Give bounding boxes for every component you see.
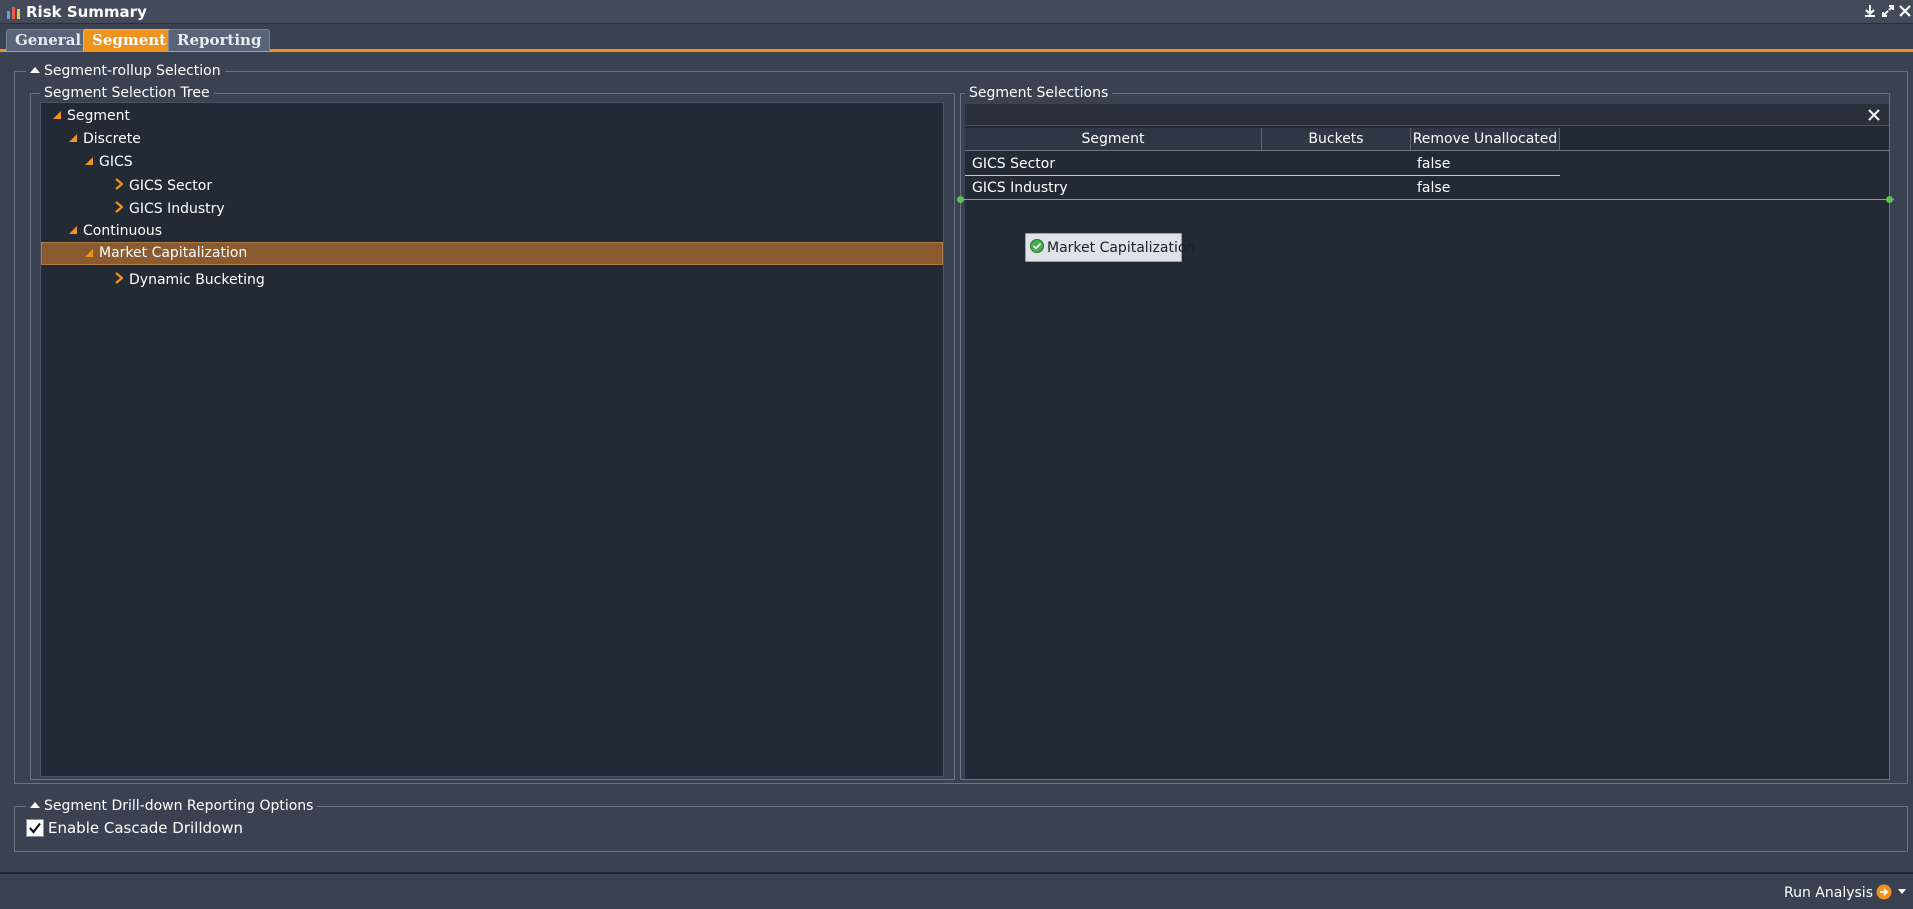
cascade-checkbox[interactable] bbox=[26, 819, 44, 837]
expanded-arrow-icon[interactable] bbox=[69, 134, 77, 142]
title-bar: Risk Summary bbox=[0, 0, 1913, 24]
tree-node-label: Continuous bbox=[83, 223, 163, 239]
segment-selections-legend: Segment Selections bbox=[965, 85, 1113, 101]
tree-node-dynamic-bucketing[interactable]: Dynamic Bucketing bbox=[41, 269, 943, 291]
tree-node-label: Dynamic Bucketing bbox=[129, 272, 265, 288]
table-header: Segment Buckets Remove Unallocated bbox=[965, 128, 1889, 151]
cell-remove-unallocated: false bbox=[1417, 156, 1451, 172]
tree-node-label: GICS Sector bbox=[129, 178, 213, 194]
run-analysis-button[interactable]: Run Analysis bbox=[1784, 884, 1873, 902]
tab-bar: General Segment Reporting bbox=[0, 25, 1913, 52]
bottom-bar: Run Analysis bbox=[0, 872, 1913, 909]
collapsed-arrow-icon[interactable] bbox=[115, 178, 123, 190]
drop-indicator-start bbox=[957, 196, 964, 203]
restore-icon[interactable] bbox=[1880, 3, 1896, 19]
tree-node-gics-industry[interactable]: GICS Industry bbox=[41, 198, 943, 220]
table-row[interactable]: GICS Industry false bbox=[965, 177, 1560, 200]
download-icon[interactable] bbox=[1862, 3, 1878, 19]
arrow-right-circle-icon[interactable] bbox=[1876, 884, 1892, 900]
table-row[interactable]: GICS Sector false bbox=[965, 152, 1560, 176]
expanded-arrow-icon[interactable] bbox=[53, 111, 61, 119]
collapse-icon bbox=[30, 802, 40, 808]
expanded-arrow-icon[interactable] bbox=[69, 226, 77, 234]
expanded-arrow-icon[interactable] bbox=[85, 249, 93, 257]
tab-segment[interactable]: Segment bbox=[83, 29, 176, 51]
segment-rollup-legend[interactable]: Segment-rollup Selection bbox=[26, 63, 225, 79]
drag-item-label: Market Capitalization bbox=[1047, 240, 1196, 256]
tree-node-discrete[interactable]: Discrete bbox=[41, 128, 943, 150]
chevron-down-icon[interactable] bbox=[1897, 888, 1907, 896]
column-header-segment[interactable]: Segment bbox=[965, 128, 1262, 150]
segment-rollup-label: Segment-rollup Selection bbox=[44, 63, 221, 79]
collapsed-arrow-icon[interactable] bbox=[115, 201, 123, 213]
cell-segment: GICS Industry bbox=[972, 180, 1068, 196]
tab-general[interactable]: General bbox=[6, 29, 91, 51]
tree-node-continuous[interactable]: Continuous bbox=[41, 220, 943, 242]
column-header-buckets[interactable]: Buckets bbox=[1262, 128, 1411, 150]
collapsed-arrow-icon[interactable] bbox=[115, 272, 123, 284]
tree-node-label: Discrete bbox=[83, 131, 141, 147]
tab-reporting[interactable]: Reporting bbox=[168, 29, 271, 51]
expanded-arrow-icon[interactable] bbox=[85, 157, 93, 165]
close-icon[interactable] bbox=[1897, 3, 1913, 19]
cell-segment: GICS Sector bbox=[972, 156, 1056, 172]
check-circle-icon bbox=[1030, 239, 1044, 253]
tree-node-label: GICS Industry bbox=[129, 201, 225, 217]
segment-tree-legend: Segment Selection Tree bbox=[40, 85, 214, 101]
tree-node-gics[interactable]: GICS bbox=[41, 151, 943, 173]
segment-tree[interactable]: Segment Discrete GICS GICS Sector GICS I… bbox=[40, 102, 944, 777]
cell-remove-unallocated: false bbox=[1417, 180, 1451, 196]
tree-node-market-capitalization[interactable]: Market Capitalization bbox=[41, 242, 943, 265]
window-title: Risk Summary bbox=[26, 3, 147, 21]
drilldown-legend[interactable]: Segment Drill-down Reporting Options bbox=[26, 798, 318, 814]
tree-node-label: Segment bbox=[67, 108, 130, 124]
drag-item-chip[interactable]: Market Capitalization bbox=[1025, 233, 1195, 262]
drop-indicator bbox=[960, 199, 1894, 200]
cascade-label[interactable]: Enable Cascade Drilldown bbox=[48, 819, 243, 837]
chart-icon bbox=[7, 7, 20, 19]
close-icon[interactable] bbox=[1867, 108, 1881, 122]
column-header-remove-unallocated[interactable]: Remove Unallocated bbox=[1411, 128, 1560, 150]
tree-node-gics-sector[interactable]: GICS Sector bbox=[41, 175, 943, 197]
selections-toolbar bbox=[965, 104, 1889, 126]
check-icon bbox=[29, 822, 41, 834]
drilldown-label: Segment Drill-down Reporting Options bbox=[44, 798, 314, 814]
tree-node-segment[interactable]: Segment bbox=[41, 105, 943, 127]
drop-indicator-end bbox=[1886, 196, 1893, 203]
tree-node-label: Market Capitalization bbox=[99, 245, 248, 261]
segment-selections[interactable]: Segment Buckets Remove Unallocated GICS … bbox=[965, 104, 1889, 779]
tree-node-label: GICS bbox=[99, 154, 133, 170]
collapse-icon bbox=[30, 67, 40, 73]
